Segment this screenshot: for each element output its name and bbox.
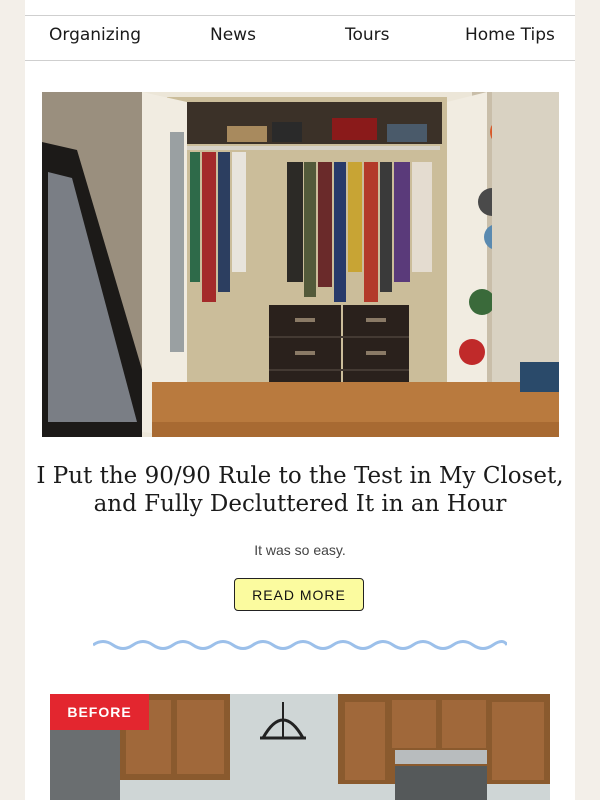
nav-item-tours[interactable]: Tours (345, 25, 390, 45)
top-divider (25, 0, 575, 16)
category-nav: Organizing News Tours Home Tips (25, 16, 575, 61)
article-headline[interactable]: I Put the 90/90 Rule to the Test in My C… (25, 462, 575, 518)
nav-item-news[interactable]: News (210, 25, 256, 45)
kitchen-before-image[interactable]: BEFORE (50, 694, 550, 800)
headline-line-1: I Put the 90/90 Rule to the Test in My C… (36, 463, 564, 489)
nav-item-home-tips[interactable]: Home Tips (465, 25, 555, 45)
headline-line-2: and Fully Decluttered It in an Hour (93, 491, 507, 517)
closet-hero-image[interactable] (42, 92, 559, 437)
article-subtitle: It was so easy. (254, 542, 346, 558)
newsletter-card: Organizing News Tours Home Tips I Put th… (25, 0, 575, 800)
before-badge: BEFORE (50, 694, 149, 730)
closet-illustration (42, 92, 559, 437)
wave-divider (93, 640, 507, 650)
nav-item-organizing[interactable]: Organizing (49, 25, 141, 45)
read-more-button[interactable]: READ MORE (234, 578, 364, 611)
